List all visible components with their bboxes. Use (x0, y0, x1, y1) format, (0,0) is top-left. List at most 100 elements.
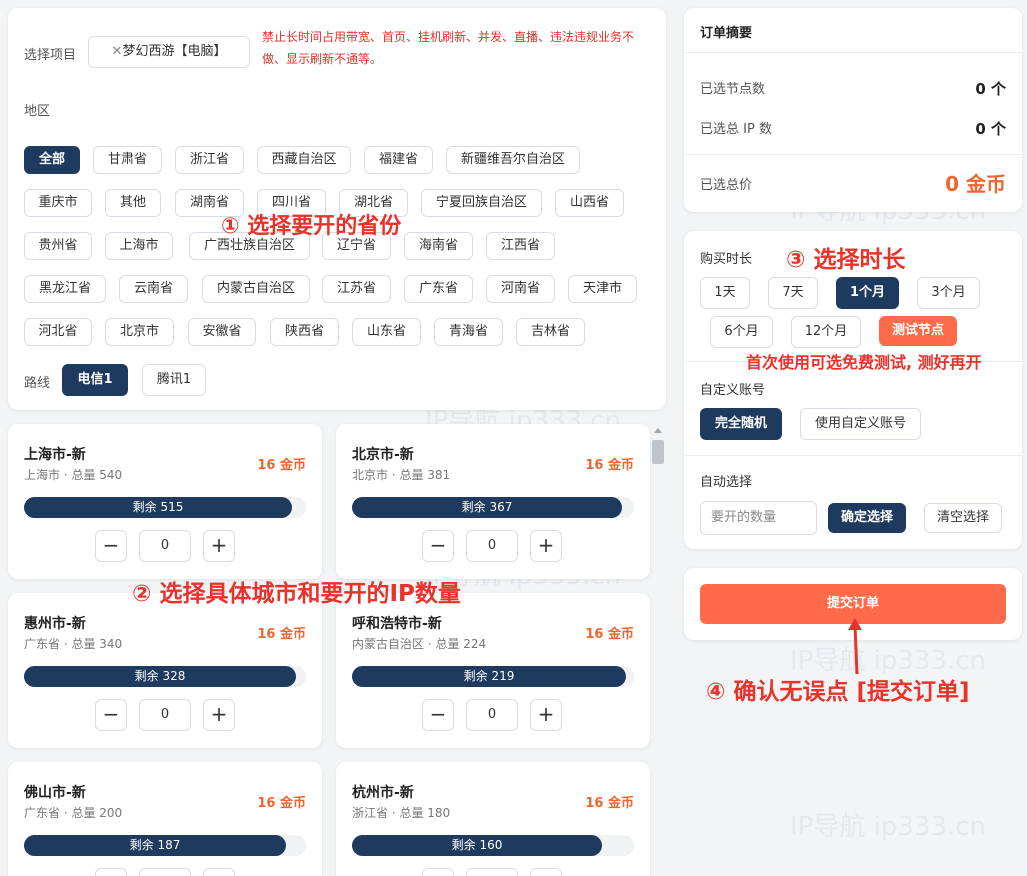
region-chip[interactable]: 新疆维吾尔自治区 (446, 146, 580, 174)
city-price: 16 金币 (257, 627, 306, 642)
region-chip[interactable]: 吉林省 (516, 318, 585, 346)
region-chip[interactable]: 黑龙江省 (24, 275, 106, 303)
route-chip-telecom[interactable]: 电信1 (62, 364, 128, 396)
divider (684, 455, 1022, 456)
close-icon[interactable]: ✕ (112, 44, 123, 59)
duration-option-selected[interactable]: 1个月 (836, 277, 899, 309)
remain-bar: 剩余 515 (24, 497, 292, 518)
region-chip[interactable]: 青海省 (434, 318, 503, 346)
duration-option[interactable]: 6个月 (710, 316, 773, 348)
region-chip[interactable]: 甘肃省 (93, 146, 162, 174)
decrease-button[interactable]: − (422, 699, 454, 731)
region-chip[interactable]: 上海市 (105, 232, 173, 260)
duration-option[interactable]: 3个月 (917, 277, 980, 309)
city-subtitle: 上海市 · 总量 540 (24, 468, 123, 482)
custom-account-button[interactable]: 使用自定义账号 (800, 408, 921, 440)
city-card: 北京市-新 北京市 · 总量 381 16 金币 剩余 367 − 0 + (336, 424, 650, 579)
order-options: 购买时长 1天 7天 1个月 3个月 6个月 12个月 测试节点 自定义账号 完… (684, 231, 1022, 549)
quantity-input[interactable]: 0 (139, 699, 191, 731)
scroll-up-arrow[interactable] (654, 428, 662, 433)
city-subtitle: 北京市 · 总量 381 (352, 468, 451, 482)
clear-selection-button[interactable]: 清空选择 (924, 503, 1002, 533)
city-price: 16 金币 (257, 796, 306, 811)
selected-nodes-label: 已选节点数 (700, 82, 766, 97)
region-chip[interactable]: 内蒙古自治区 (202, 275, 310, 303)
confirm-selection-button[interactable]: 确定选择 (828, 503, 906, 533)
decrease-button[interactable]: − (95, 530, 127, 562)
region-chip[interactable]: 江西省 (486, 232, 555, 260)
quantity-input[interactable] (139, 868, 191, 876)
region-label: 地区 (24, 104, 51, 119)
selected-ips-row: 已选总 IP 数 0 个 (700, 118, 1006, 138)
city-card: 佛山市-新 广东省 · 总量 200 16 金币 剩余 187 (8, 762, 322, 876)
city-subtitle: 广东省 · 总量 200 (24, 806, 123, 820)
region-chip[interactable]: 河北省 (24, 318, 92, 346)
city-price: 16 金币 (257, 458, 306, 473)
route-chip-tencent[interactable]: 腾讯1 (142, 364, 206, 396)
region-chip[interactable]: 重庆市 (24, 189, 92, 217)
annotation-arrow (848, 618, 862, 675)
increase-button[interactable] (203, 868, 235, 876)
city-card: 惠州市-新 广东省 · 总量 340 16 金币 剩余 328 − 0 + (8, 593, 322, 748)
decrease-button[interactable]: − (422, 530, 454, 562)
quantity-input[interactable]: 0 (466, 530, 518, 562)
quantity-input[interactable]: 0 (139, 530, 191, 562)
region-chip[interactable]: 河南省 (486, 275, 555, 303)
increase-button[interactable]: + (530, 530, 562, 562)
region-chip[interactable]: 广东省 (404, 275, 473, 303)
increase-button[interactable] (530, 868, 562, 876)
city-price: 16 金币 (585, 458, 634, 473)
remain-bar: 剩余 160 (352, 835, 602, 856)
duration-option[interactable]: 12个月 (791, 316, 861, 348)
remain-bar: 剩余 367 (352, 497, 622, 518)
city-subtitle: 广东省 · 总量 340 (24, 637, 123, 651)
scrollbar-thumb[interactable] (652, 440, 664, 464)
duration-option[interactable]: 7天 (768, 277, 818, 309)
region-chip[interactable]: 陕西省 (270, 318, 339, 346)
duration-label: 购买时长 (700, 252, 753, 267)
test-node-option[interactable]: 测试节点 (879, 316, 957, 346)
account-label: 自定义账号 (700, 383, 766, 398)
region-chip[interactable]: 山西省 (555, 189, 624, 217)
selected-ips-label: 已选总 IP 数 (700, 122, 772, 137)
project-label: 选择项目 (24, 48, 77, 63)
quantity-field[interactable]: 要开的数量 (700, 501, 817, 535)
region-chip[interactable]: 其他 (105, 189, 161, 217)
region-chip[interactable]: 浙江省 (175, 146, 244, 174)
random-account-button[interactable]: 完全随机 (700, 408, 782, 440)
region-chip-all[interactable]: 全部 (24, 146, 80, 174)
region-chip[interactable]: 海南省 (404, 232, 473, 260)
route-label: 路线 (24, 376, 51, 391)
region-chip[interactable]: 山东省 (352, 318, 421, 346)
region-chip[interactable]: 宁夏回族自治区 (421, 189, 542, 217)
quantity-input[interactable]: 0 (466, 699, 518, 731)
total-price-row: 已选总价 0 金币 (700, 172, 1006, 196)
region-chip[interactable]: 福建省 (364, 146, 433, 174)
city-list-scrollbar[interactable] (652, 424, 664, 876)
city-subtitle: 内蒙古自治区 · 总量 224 (352, 637, 487, 651)
region-chip[interactable]: 安徽省 (188, 318, 256, 346)
project-tag[interactable]: ✕梦幻西游【电脑】 (88, 36, 250, 68)
decrease-button[interactable] (422, 868, 454, 876)
quantity-input[interactable] (466, 868, 518, 876)
city-name: 佛山市-新 (24, 785, 86, 801)
city-name: 惠州市-新 (24, 616, 86, 632)
decrease-button[interactable]: − (95, 699, 127, 731)
city-name: 杭州市-新 (352, 785, 414, 801)
region-chip[interactable]: 西藏自治区 (257, 146, 351, 174)
duration-option[interactable]: 1天 (700, 277, 750, 309)
usage-warning: 禁止长时间占用带宽、首页、挂机刷新、并发、直播、违法违规业务不 做、显示刷新不通… (262, 26, 652, 70)
region-chip[interactable]: 北京市 (105, 318, 174, 346)
decrease-button[interactable] (95, 868, 127, 876)
selected-ips-value: 0 个 (975, 120, 1006, 138)
city-name: 北京市-新 (352, 447, 414, 463)
increase-button[interactable]: + (203, 530, 235, 562)
region-chip[interactable]: 江苏省 (322, 275, 391, 303)
annotation-step4: ④ 确认无误点 [提交订单] (706, 679, 970, 705)
region-chip[interactable]: 贵州省 (24, 232, 92, 260)
increase-button[interactable]: + (203, 699, 235, 731)
region-chip[interactable]: 天津市 (568, 275, 637, 303)
increase-button[interactable]: + (530, 699, 562, 731)
order-summary: 订单摘要 已选节点数 0 个 已选总 IP 数 0 个 已选总价 0 金币 (684, 8, 1022, 212)
region-chip[interactable]: 云南省 (119, 275, 188, 303)
